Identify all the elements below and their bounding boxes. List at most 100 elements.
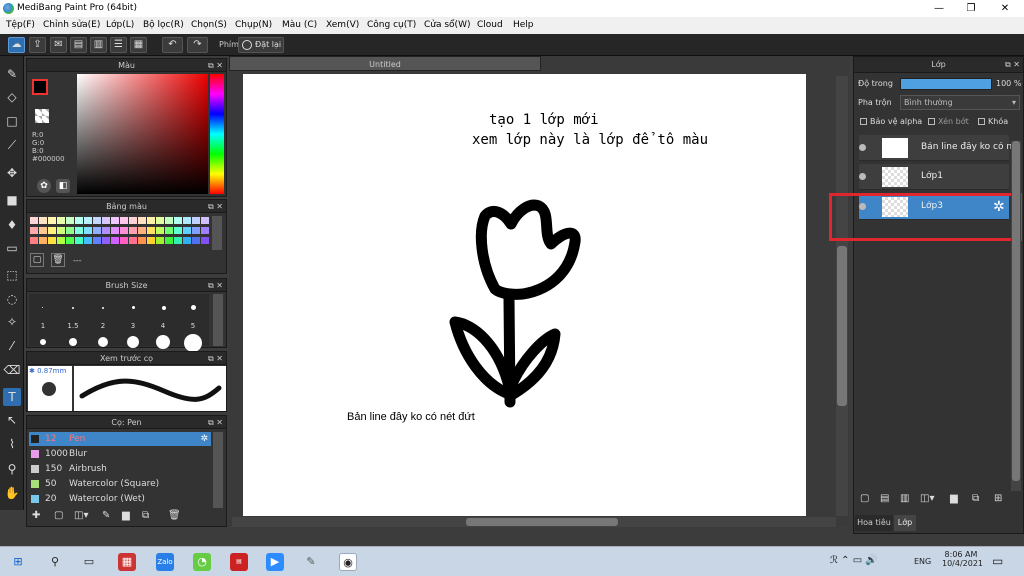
line-tool-icon[interactable]: ⟋ (3, 136, 21, 154)
edit-brush-icon[interactable]: ✎ (102, 510, 110, 521)
palette-swatch[interactable] (183, 217, 191, 224)
hue-slider[interactable] (210, 74, 224, 194)
redo-icon[interactable]: ↷ (187, 37, 208, 53)
task-view-icon[interactable]: ▭ (80, 553, 98, 571)
document-tab[interactable]: Untitled (229, 56, 541, 71)
palette-swatch[interactable] (192, 227, 200, 234)
new-layer-8bit-icon[interactable]: ▤ (880, 493, 889, 504)
palette-swatch[interactable] (174, 217, 182, 224)
paint-icon[interactable]: ✎ (302, 553, 320, 571)
menu-capture[interactable]: Chụp(N) (235, 20, 272, 30)
palette-swatch[interactable] (156, 237, 164, 244)
brush-row[interactable]: 50 Watercolor (Square) (29, 477, 211, 491)
visibility-icon[interactable] (859, 173, 866, 180)
palette-swatch[interactable] (111, 227, 119, 234)
menu-view[interactable]: Xem(V) (326, 20, 359, 30)
bucket-tool-icon[interactable]: ♦ (3, 216, 21, 234)
palette-swatch[interactable] (156, 227, 164, 234)
palette-swatch[interactable] (183, 237, 191, 244)
lasso-tool-icon[interactable]: ◌ (3, 290, 21, 308)
palette-swatch[interactable] (201, 217, 209, 224)
palette-swatch[interactable] (174, 227, 182, 234)
palette-swatch[interactable] (129, 237, 137, 244)
palette-swatch[interactable] (57, 217, 65, 224)
language-indicator[interactable]: ENG (914, 557, 931, 566)
menu-filter[interactable]: Bộ lọc(R) (143, 20, 184, 30)
vertical-scrollbar[interactable] (836, 76, 848, 516)
new-layer-icon[interactable]: ▢ (860, 493, 869, 504)
palette-swatch[interactable] (156, 217, 164, 224)
new-layer-1bit-icon[interactable]: ▥ (900, 493, 909, 504)
menu-select[interactable]: Chọn(S) (191, 20, 227, 30)
panel-controls-icon[interactable]: ⧉ ✕ (208, 352, 223, 365)
reset-button[interactable]: Đặt lại (238, 37, 284, 53)
menu-layer[interactable]: Lớp(L) (106, 20, 134, 30)
page-icon[interactable]: ▥ (90, 37, 107, 53)
palette-swatch[interactable] (57, 227, 65, 234)
palette-swatch[interactable] (84, 217, 92, 224)
rectangle-tool-icon[interactable]: □ (3, 112, 21, 130)
text-tool-icon[interactable]: T (3, 388, 21, 406)
palette-swatch[interactable] (30, 237, 38, 244)
color-wheel-icon[interactable]: ✿ (37, 179, 51, 193)
hand-tool-icon[interactable]: ✋ (3, 484, 21, 502)
folder-icon[interactable]: ▆ (950, 493, 958, 504)
palette-swatch[interactable] (102, 237, 110, 244)
palette-swatch[interactable] (75, 237, 83, 244)
palette-swatch[interactable] (138, 237, 146, 244)
brush-size-scrollbar[interactable] (213, 294, 223, 346)
undo-icon[interactable]: ↶ (162, 37, 183, 53)
menu-tools[interactable]: Công cụ(T) (367, 20, 416, 30)
palette-swatch[interactable] (111, 237, 119, 244)
new-palette-icon[interactable]: ▢ (30, 253, 44, 267)
medibang-icon[interactable]: ◉ (339, 553, 357, 571)
zoom-icon[interactable]: ▶ (266, 553, 284, 571)
gradient-tool-icon[interactable]: ▭ (3, 239, 21, 257)
magic-wand-tool-icon[interactable]: ✧ (3, 313, 21, 331)
brush-row[interactable]: 12 Pen ✲ (29, 432, 211, 446)
panel-controls-icon[interactable]: ⧉ ✕ (208, 416, 223, 429)
zalo-icon[interactable]: Zalo (156, 553, 174, 571)
palette-swatch[interactable] (75, 217, 83, 224)
brush-row[interactable]: 150 Airbrush (29, 462, 211, 476)
palette-swatch[interactable] (66, 237, 74, 244)
tray-icons[interactable]: ℛ ⌃ ▭ 🔊 (830, 555, 878, 566)
palette-swatch[interactable] (165, 237, 173, 244)
foreground-color-swatch[interactable] (32, 79, 48, 95)
merge-down-icon[interactable]: ⊞ (994, 493, 1002, 504)
palette-swatch[interactable] (48, 227, 56, 234)
brush-menu-icon[interactable]: ◫▾ (74, 510, 88, 521)
lock-checkbox[interactable]: Khóa (978, 117, 1008, 126)
list-icon[interactable]: ☰ (110, 37, 127, 53)
select-rect-tool-icon[interactable]: ⬚ (3, 266, 21, 284)
palette-swatches[interactable] (30, 217, 210, 249)
tab-navigator[interactable]: Hoa tiêu (855, 515, 893, 531)
duplicate-icon[interactable]: ⧉ (142, 510, 149, 521)
tab-layer[interactable]: Lớp (894, 515, 916, 531)
palette-swatch[interactable] (93, 227, 101, 234)
share-icon[interactable]: ⇪ (29, 37, 46, 53)
palette-swatch[interactable] (84, 237, 92, 244)
canvas-paper[interactable]: tạo 1 lớp mới xem lớp này là lớp để tô m… (243, 74, 806, 516)
brush-row[interactable]: 1000 Blur (29, 447, 211, 461)
add-brush-icon[interactable]: ✚ (32, 510, 40, 521)
palette-swatch[interactable] (39, 217, 47, 224)
horizontal-scrollbar[interactable] (232, 517, 836, 527)
palette-scrollbar[interactable] (212, 216, 222, 250)
layer-row[interactable]: Lớp1 (859, 164, 1009, 190)
app-icon-store[interactable]: ▦ (118, 553, 136, 571)
clipping-checkbox[interactable]: Xén bớt (928, 117, 969, 126)
palette-swatch[interactable] (93, 217, 101, 224)
layer-scrollbar[interactable] (1011, 141, 1021, 491)
palette-swatch[interactable] (120, 227, 128, 234)
menu-color[interactable]: Màu (C) (282, 20, 317, 30)
brush-size-grid[interactable]: 1 1.5 2 3 4 5 (29, 294, 209, 352)
brush-row[interactable]: 20 Watercolor (Wet) (29, 492, 211, 506)
palette-swatch[interactable] (183, 227, 191, 234)
fill-rect-tool-icon[interactable]: ■ (3, 191, 21, 209)
search-icon[interactable]: ⚲ (46, 553, 64, 571)
gear-icon[interactable]: ✲ (200, 432, 208, 446)
folder-icon[interactable]: ▆ (122, 510, 130, 521)
palette-swatch[interactable] (30, 227, 38, 234)
panel-controls-icon[interactable]: ⧉ ✕ (208, 279, 223, 292)
